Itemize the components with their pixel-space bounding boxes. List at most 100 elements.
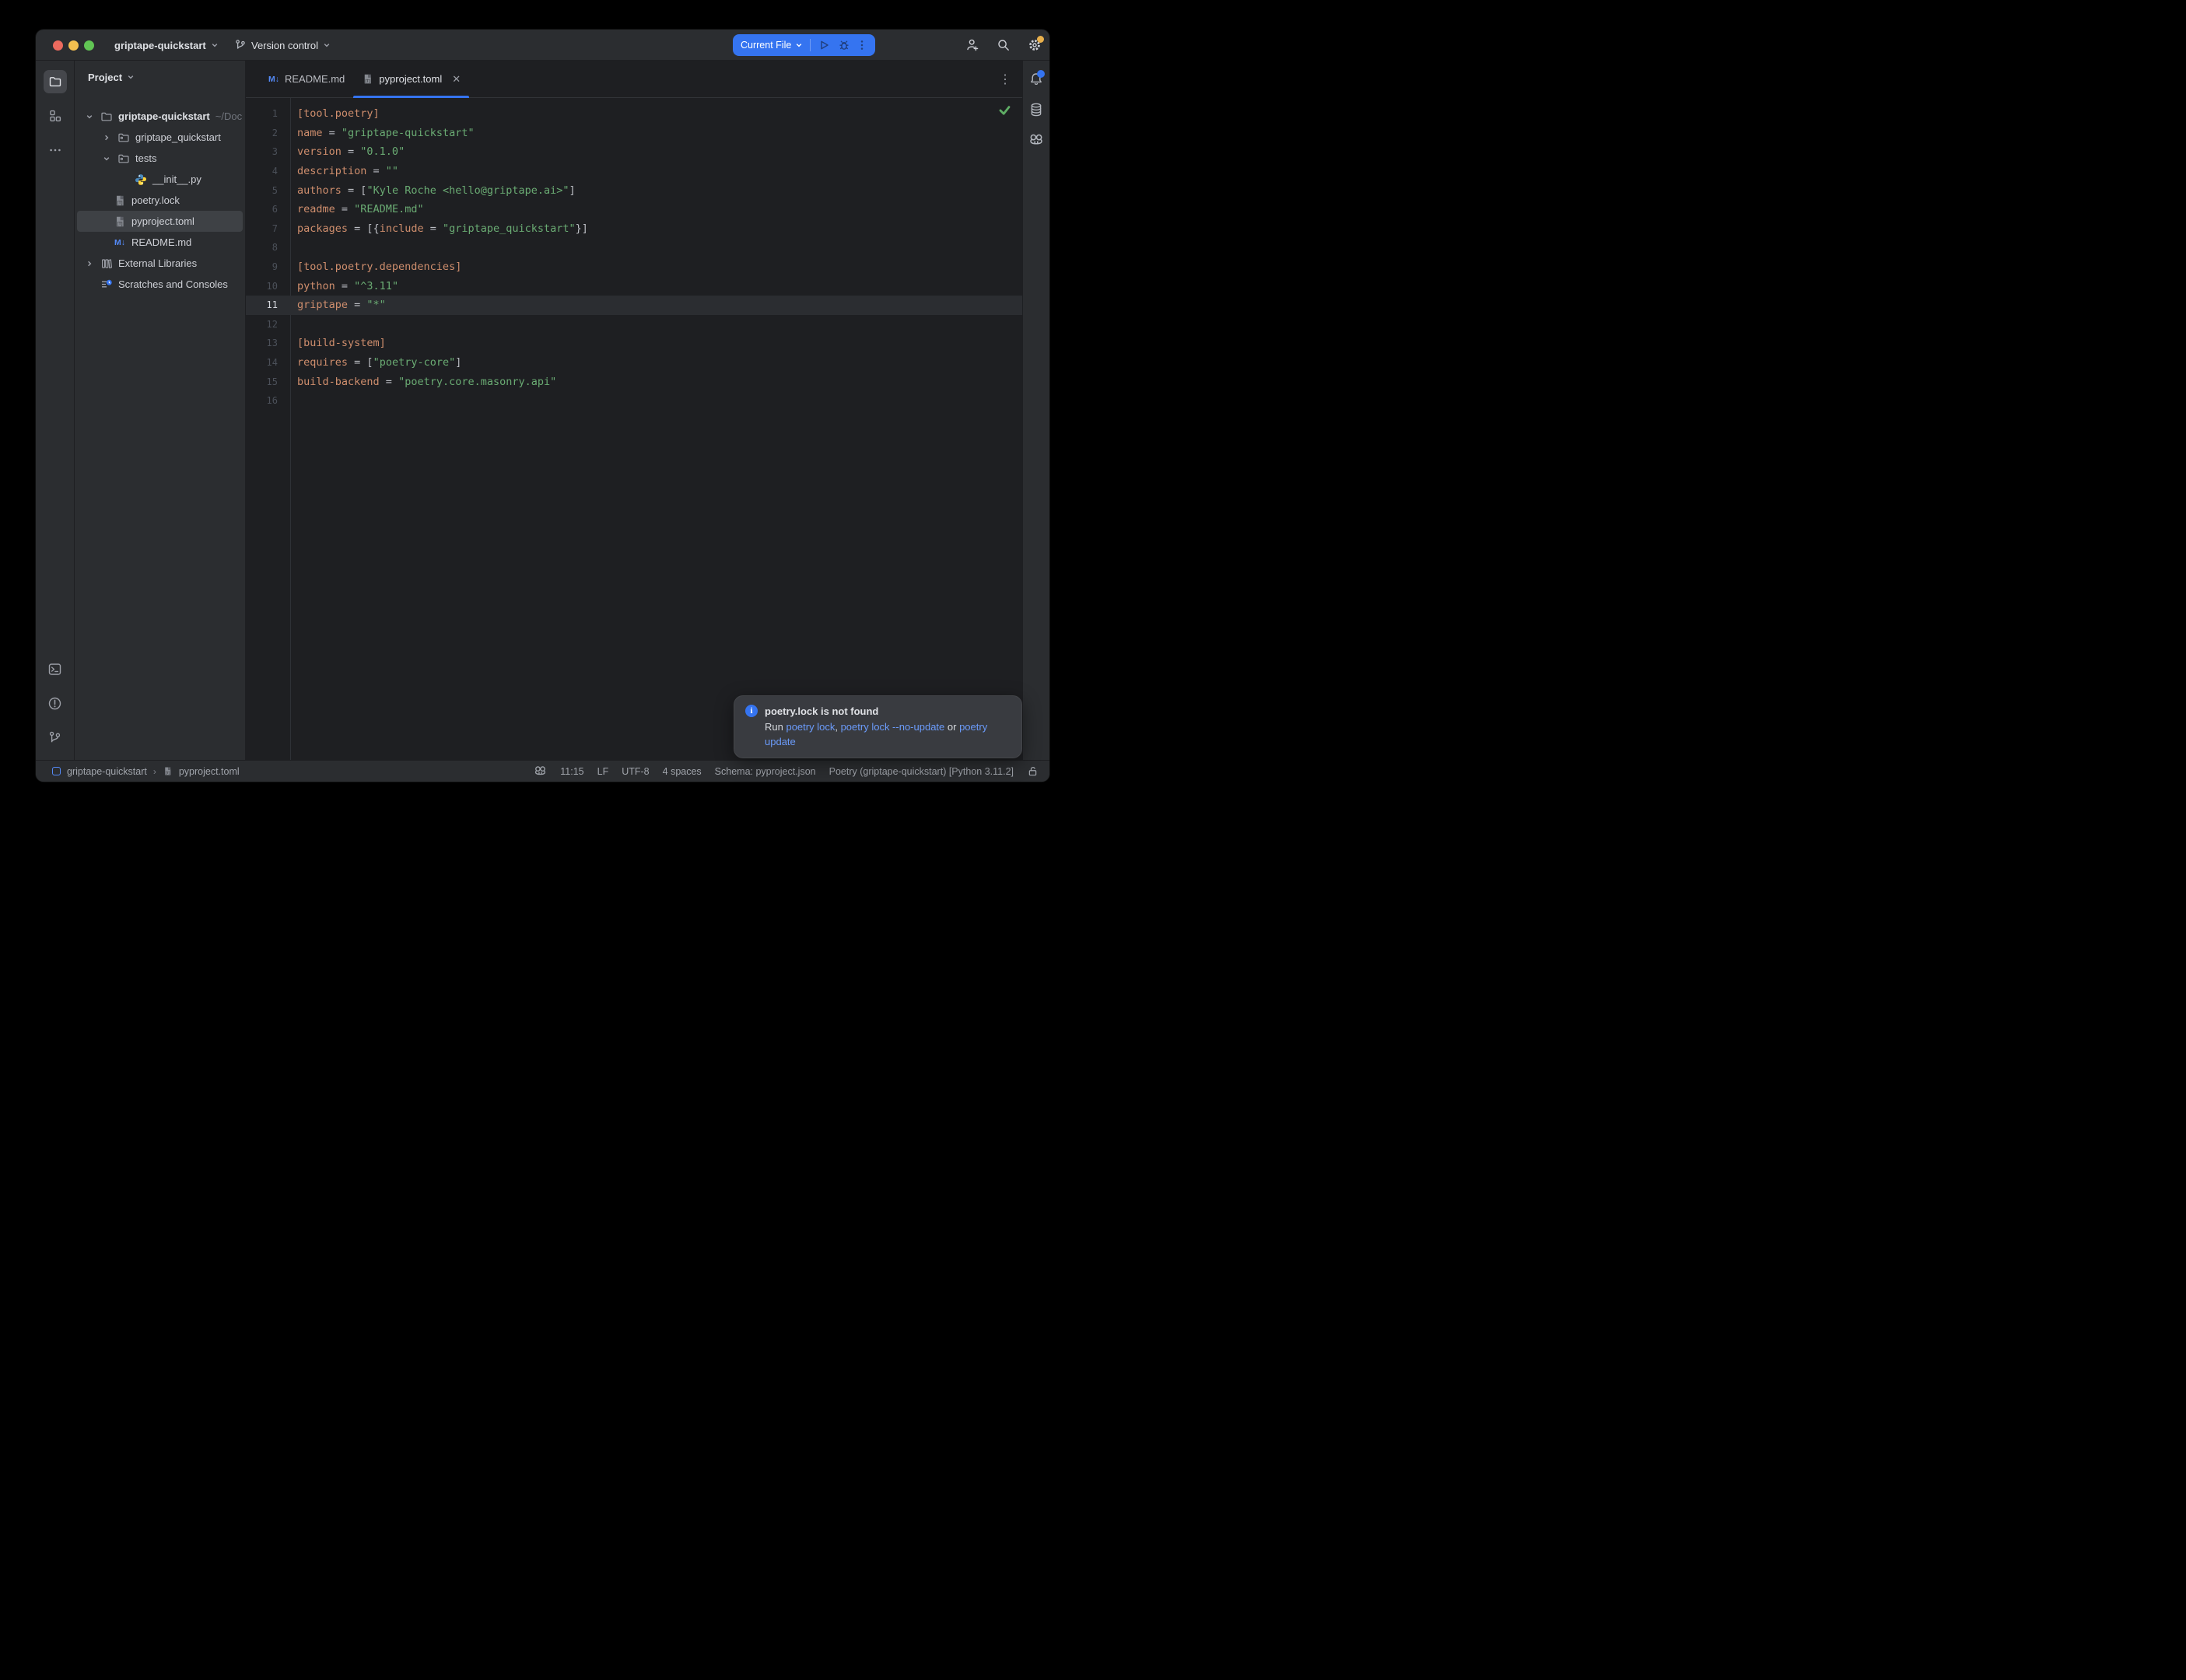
code-line-6[interactable]: 6readme = "README.md" — [246, 200, 1022, 219]
ai-assistant-status-icon[interactable] — [534, 765, 547, 778]
tree-item-pyproject-toml[interactable]: [T]pyproject.toml — [77, 211, 243, 232]
terminal-toolwindow-button[interactable] — [44, 657, 67, 681]
status-item[interactable]: Poetry (griptape-quickstart) [Python 3.1… — [829, 766, 1014, 777]
line-number[interactable]: 15 — [246, 376, 290, 387]
line-number[interactable]: 6 — [246, 204, 290, 215]
run-config-selector[interactable]: Current File — [741, 40, 791, 51]
window-controls — [53, 40, 94, 51]
code-line-7[interactable]: 7packages = [{include = "griptape_quicks… — [246, 219, 1022, 239]
line-number[interactable]: 13 — [246, 338, 290, 348]
status-item[interactable]: Schema: pyproject.json — [715, 766, 816, 777]
more-actions-icon[interactable] — [857, 39, 867, 51]
ide-window: griptape-quickstart Version control Curr… — [36, 30, 1049, 782]
breadcrumb-project[interactable]: griptape-quickstart — [67, 766, 147, 777]
code-line-12[interactable]: 12 — [246, 315, 1022, 334]
structure-toolwindow-button[interactable] — [44, 104, 67, 128]
status-item[interactable]: 11:15 — [560, 766, 583, 777]
code-editor[interactable]: 1[tool.poetry]2name = "griptape-quicksta… — [246, 98, 1022, 760]
settings-icon[interactable] — [1028, 38, 1042, 52]
code-line-14[interactable]: 14requires = ["poetry-core"] — [246, 353, 1022, 373]
unlock-icon[interactable] — [1027, 765, 1039, 777]
chevron-down-icon[interactable] — [100, 155, 117, 163]
breadcrumb-file[interactable]: pyproject.toml — [179, 766, 240, 777]
search-icon[interactable] — [997, 38, 1011, 52]
problems-toolwindow-button[interactable] — [44, 691, 67, 715]
tab-options-icon[interactable]: ⋮ — [999, 61, 1011, 97]
run-icon[interactable] — [818, 39, 830, 51]
chevron-down-icon[interactable] — [83, 113, 100, 121]
line-number[interactable]: 7 — [246, 223, 290, 234]
line-number[interactable]: 8 — [246, 242, 290, 253]
minimize-window-button[interactable] — [68, 40, 79, 51]
vcs-widget-label: Version control — [251, 40, 318, 51]
tree-item--init-py[interactable]: __init__.py — [77, 169, 243, 190]
line-number[interactable]: 1 — [246, 108, 290, 119]
tree-item-tests[interactable]: tests — [77, 148, 243, 169]
tree-item-poetry-lock[interactable]: [T]poetry.lock — [77, 190, 243, 211]
chevron-right-icon: › — [153, 766, 156, 777]
code-line-11[interactable]: 11griptape = "*" — [246, 296, 1022, 315]
git-branch-icon — [47, 730, 62, 745]
chevron-down-icon[interactable] — [795, 41, 803, 49]
add-user-icon[interactable] — [965, 38, 979, 52]
notifications-button[interactable] — [1028, 72, 1044, 87]
notification-link[interactable]: poetry lock --no-update — [841, 721, 945, 733]
notification-body: Run poetry lock, poetry lock --no-update… — [765, 719, 992, 749]
line-number[interactable]: 14 — [246, 357, 290, 368]
line-number[interactable]: 9 — [246, 261, 290, 272]
code-line-2[interactable]: 2name = "griptape-quickstart" — [246, 124, 1022, 143]
code-line-15[interactable]: 15build-backend = "poetry.core.masonry.a… — [246, 372, 1022, 391]
line-number[interactable]: 2 — [246, 128, 290, 138]
close-tab-icon[interactable]: ✕ — [452, 74, 461, 84]
close-window-button[interactable] — [53, 40, 63, 51]
line-number[interactable]: 11 — [246, 299, 290, 310]
breadcrumb: griptape-quickstart › [T] pyproject.toml — [52, 766, 240, 777]
toolwindow-stripe-left — [36, 61, 75, 760]
project-toolwindow-button[interactable] — [44, 70, 67, 93]
more-toolwindows-button[interactable] — [44, 138, 67, 162]
zoom-window-button[interactable] — [84, 40, 94, 51]
editor-area: M↓ README.md [T] pyproject.toml ✕ ⋮ — [246, 61, 1022, 760]
code-text: packages = [{include = "griptape_quickst… — [290, 222, 588, 235]
svg-text:[T]: [T] — [117, 201, 123, 205]
line-number[interactable]: 16 — [246, 395, 290, 406]
status-item[interactable]: LF — [597, 766, 609, 777]
tab-pyproject[interactable]: [T] pyproject.toml ✕ — [353, 61, 469, 97]
tree-item-griptape-quickstart[interactable]: griptape_quickstart — [77, 127, 243, 148]
tab-readme[interactable]: M↓ README.md — [260, 61, 353, 97]
code-line-5[interactable]: 5authors = ["Kyle Roche <hello@griptape.… — [246, 180, 1022, 200]
line-number[interactable]: 3 — [246, 146, 290, 157]
notification-title: poetry.lock is not found — [765, 705, 878, 717]
status-item[interactable]: 4 spaces — [663, 766, 702, 777]
line-number[interactable]: 4 — [246, 166, 290, 177]
tree-item-external-libraries[interactable]: External Libraries — [77, 253, 243, 274]
line-number[interactable]: 5 — [246, 185, 290, 196]
code-line-8[interactable]: 8 — [246, 238, 1022, 257]
project-panel-header[interactable]: Project — [75, 61, 245, 86]
tree-item-scratches-and-consoles[interactable]: Scratches and Consoles — [77, 274, 243, 295]
chevron-right-icon[interactable] — [100, 134, 117, 142]
code-line-10[interactable]: 10python = "^3.11" — [246, 276, 1022, 296]
code-line-4[interactable]: 4description = "" — [246, 162, 1022, 181]
database-icon[interactable] — [1028, 102, 1044, 117]
debug-icon[interactable] — [838, 39, 850, 51]
tree-item-label: pyproject.toml — [131, 215, 194, 227]
notification-link[interactable]: poetry lock — [786, 721, 835, 733]
tree-item-griptape-quickstart[interactable]: griptape-quickstart~/Docume — [77, 106, 243, 127]
line-number[interactable]: 10 — [246, 281, 290, 292]
status-item[interactable]: UTF-8 — [622, 766, 649, 777]
more-icon — [48, 143, 62, 157]
line-number[interactable]: 12 — [246, 319, 290, 330]
code-line-9[interactable]: 9[tool.poetry.dependencies] — [246, 257, 1022, 277]
code-line-3[interactable]: 3version = "0.1.0" — [246, 142, 1022, 162]
code-line-13[interactable]: 13[build-system] — [246, 334, 1022, 353]
project-selector[interactable]: griptape-quickstart — [114, 30, 219, 61]
notification-popup[interactable]: i poetry.lock is not found Run poetry lo… — [734, 695, 1022, 758]
ai-assistant-icon[interactable] — [1028, 132, 1044, 148]
vcs-widget[interactable]: Version control — [234, 30, 331, 61]
tree-item-readme-md[interactable]: M↓README.md — [77, 232, 243, 253]
code-line-1[interactable]: 1[tool.poetry] — [246, 104, 1022, 124]
chevron-right-icon[interactable] — [83, 260, 100, 268]
code-line-16[interactable]: 16 — [246, 391, 1022, 411]
vcs-toolwindow-button[interactable] — [44, 726, 67, 749]
